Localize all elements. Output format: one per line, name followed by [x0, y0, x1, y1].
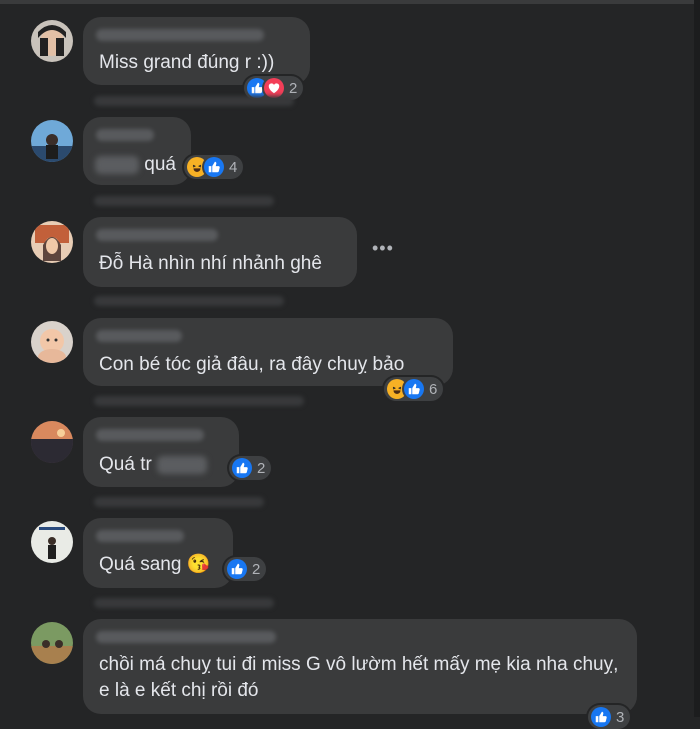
commenter-name[interactable]: [96, 229, 218, 241]
kiss-emoji: 😘: [186, 554, 211, 575]
reaction-count: 6: [429, 380, 438, 398]
reaction-count: 3: [616, 708, 625, 726]
commenter-name[interactable]: [96, 631, 276, 643]
comment-bubble[interactable]: chồi má chuỵ tui đi miss G vô lườm hết m…: [83, 619, 637, 714]
comment-text: Con bé tóc giả đâu, ra đây chuỵ bảo: [99, 354, 405, 375]
avatar[interactable]: [31, 622, 73, 664]
avatar[interactable]: [31, 120, 73, 162]
like-icon: [404, 379, 424, 399]
reaction-count: 2: [289, 79, 298, 97]
reaction-count: 4: [229, 158, 238, 176]
reaction-summary[interactable]: 2: [229, 456, 272, 480]
scrollbar-track[interactable]: [694, 0, 700, 717]
commenter-name[interactable]: [96, 129, 154, 141]
comment-meta: [94, 598, 274, 608]
comment-bubble[interactable]: Miss grand đúng r :)): [83, 17, 310, 85]
comment-bubble[interactable]: Đỗ Hà nhìn nhí nhảnh ghê: [83, 217, 357, 287]
more-options-button[interactable]: •••: [372, 238, 394, 259]
comment-bubble[interactable]: Quá tr: [83, 417, 239, 487]
comment-text-row: Quá tr: [99, 452, 208, 478]
comment-meta: [94, 396, 304, 406]
comment-text-row: quá: [95, 152, 176, 178]
like-icon: [232, 458, 252, 478]
redacted-text: [157, 455, 208, 474]
like-icon: [227, 559, 247, 579]
reaction-summary[interactable]: 3: [588, 705, 631, 729]
comment-text: Miss grand đúng r :)): [99, 52, 275, 73]
comment-bubble[interactable]: Con bé tóc giả đâu, ra đây chuỵ bảo: [83, 318, 453, 386]
avatar[interactable]: [31, 221, 73, 263]
comment-text: Đỗ Hà nhìn nhí nhảnh ghê: [99, 253, 322, 274]
comment-meta: [94, 296, 284, 306]
comment-text: quá: [144, 154, 176, 175]
love-icon: [264, 78, 284, 98]
comment-text: Quá sang: [99, 554, 182, 575]
commenter-name[interactable]: [96, 530, 184, 542]
avatar[interactable]: [31, 421, 73, 463]
comment-bubble[interactable]: quá: [83, 117, 191, 185]
comment-text-row: Quá sang 😘: [99, 552, 210, 578]
commenter-name[interactable]: [96, 429, 204, 441]
reaction-count: 2: [257, 459, 266, 477]
top-divider: [0, 0, 700, 4]
like-icon: [204, 157, 224, 177]
avatar[interactable]: [31, 321, 73, 363]
comment-meta: [94, 497, 264, 507]
reaction-summary[interactable]: 4: [184, 155, 244, 179]
comment-text: chồi má chuỵ tui đi miss G vô lườm hết m…: [99, 654, 619, 701]
avatar[interactable]: [31, 20, 73, 62]
reaction-summary[interactable]: 2: [224, 557, 267, 581]
reaction-count: 2: [252, 560, 261, 578]
redacted-text: [95, 155, 139, 174]
comment-bubble[interactable]: Quá sang 😘: [83, 518, 233, 588]
comment-text: Quá tr: [99, 454, 152, 475]
comment-meta: [94, 196, 274, 206]
commenter-name[interactable]: [96, 330, 182, 342]
reaction-summary[interactable]: 6: [384, 377, 444, 401]
comment-meta: [94, 96, 294, 106]
avatar[interactable]: [31, 521, 73, 563]
like-icon: [591, 707, 611, 727]
commenter-name[interactable]: [96, 29, 264, 41]
